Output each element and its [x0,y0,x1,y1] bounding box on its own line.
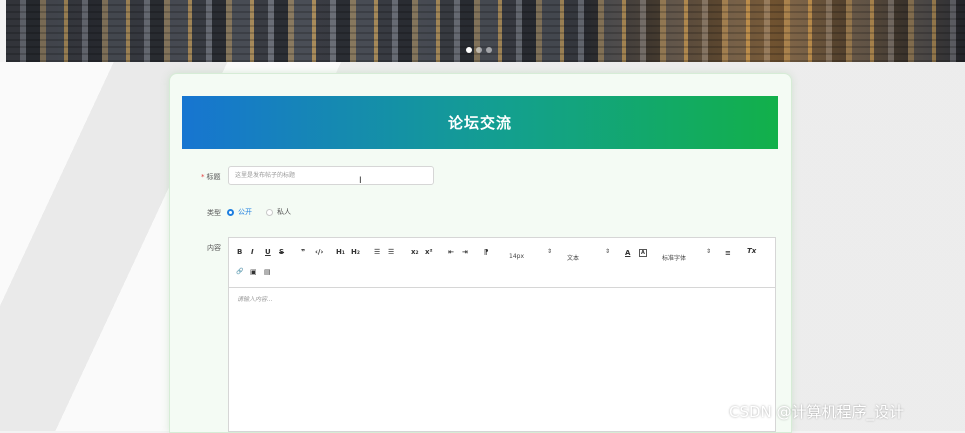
carousel-dot[interactable] [466,47,472,53]
indent-icon[interactable]: ⇥ [462,248,468,256]
forum-post-panel: 论坛交流 * 标题 这里是发布帖子的标题 I 类型 公开 私人 内容 B I U … [169,73,792,433]
h2-button[interactable]: H₂ [351,248,360,256]
video-icon[interactable]: ▤ [264,268,271,276]
text-style-select[interactable]: 文本 [567,253,579,262]
radio-public-label[interactable]: 公开 [238,207,252,217]
link-icon[interactable]: 🔗 [236,268,243,275]
font-color-icon[interactable]: A [625,249,630,257]
strike-button[interactable]: S [279,248,284,256]
watermark: CSDN @计算机程序_设计 [729,403,905,421]
bullet-list-icon[interactable]: ☰ [388,248,394,256]
quote-icon[interactable]: ❞ [301,248,305,256]
chevron-updown-icon[interactable]: ⇕ [706,248,711,255]
carousel-dot[interactable] [486,47,492,53]
title-bar: 论坛交流 [182,96,778,149]
italic-button[interactable]: I [251,248,254,256]
background-color-icon[interactable]: A [639,249,647,257]
type-radio-group: 公开 私人 [227,207,291,217]
content-label: 内容 [207,244,221,252]
title-input[interactable]: 这里是发布帖子的标题 [228,166,434,185]
chevron-updown-icon[interactable]: ⇕ [605,248,610,255]
outdent-icon[interactable]: ⇤ [448,248,454,256]
page-title: 论坛交流 [447,114,512,132]
required-mark: * [201,173,205,181]
title-label-wrap: * 标题 [201,172,221,182]
clear-format-icon[interactable]: Tx [747,247,756,255]
radio-public[interactable] [227,208,234,216]
text-cursor-icon: I [359,176,362,186]
title-label: 标题 [206,173,221,181]
font-size-select[interactable]: 14px [509,253,524,260]
direction-icon[interactable]: ⁋ [484,248,488,256]
subscript-button[interactable]: x₂ [411,248,419,256]
editor-content-area[interactable]: 请输入内容... [237,294,273,303]
radio-private-label[interactable]: 私人 [277,207,291,217]
chevron-updown-icon[interactable]: ⇕ [547,248,552,255]
superscript-button[interactable]: x² [425,248,433,256]
underline-button[interactable]: U [265,248,271,256]
h1-button[interactable]: H₁ [336,248,345,256]
carousel-dot[interactable] [476,47,482,53]
ordered-list-icon[interactable]: ☰ [374,248,380,256]
image-icon[interactable]: ▣ [250,268,257,276]
align-icon[interactable]: ≡ [725,249,731,257]
type-label: 类型 [207,209,221,217]
radio-private[interactable] [266,208,273,216]
bold-button[interactable]: B [237,248,242,256]
code-icon[interactable]: ‹/› [315,248,323,256]
carousel-indicators [466,47,492,53]
font-family-select[interactable]: 标准字体 [662,253,686,262]
editor-toolbar: B I U S ❞ ‹/› H₁ H₂ ☰ ☰ x₂ x² ⇤ ⇥ ⁋ 14px… [229,238,775,288]
rich-text-editor: B I U S ❞ ‹/› H₁ H₂ ☰ ☰ x₂ x² ⇤ ⇥ ⁋ 14px… [228,237,776,432]
